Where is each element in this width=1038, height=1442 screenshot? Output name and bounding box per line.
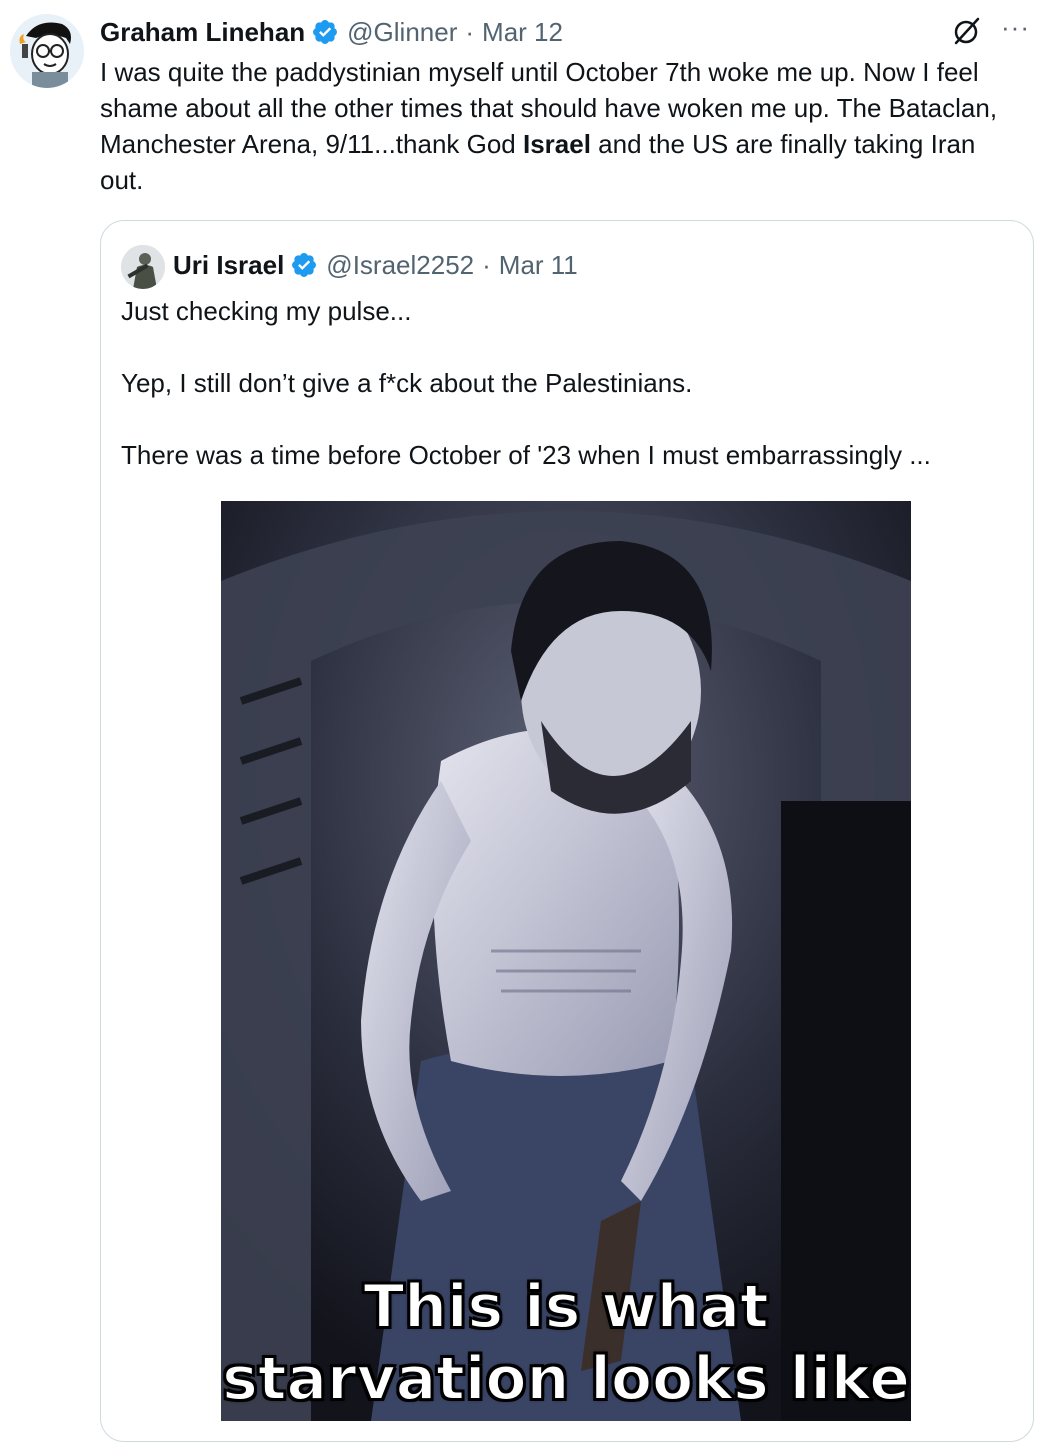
caption-line-1: This is what — [362, 1271, 769, 1343]
quoted-author-avatar[interactable] — [121, 245, 165, 289]
quoted-media-video[interactable]: This is what starvation looks like — [221, 501, 911, 1421]
quoted-author-handle[interactable]: @Israel2252 — [326, 250, 474, 281]
top-actions: ··· — [949, 14, 1030, 48]
quoted-author-name[interactable]: Uri Israel — [173, 250, 284, 281]
quoted-tweet[interactable]: Uri Israel @Israel2252 · Mar 11 Just che… — [100, 220, 1034, 1442]
quoted-paragraph: Just checking my pulse... — [121, 296, 412, 326]
quoted-paragraph: There was a time before October of '23 w… — [121, 440, 931, 470]
author-avatar[interactable] — [10, 14, 84, 88]
quoted-tweet-text: Just checking my pulse... Yep, I still d… — [121, 293, 1011, 509]
tweet-text-bold: Israel — [523, 129, 591, 159]
tweet-header: Graham Linehan @Glinner · Mar 12 — [100, 14, 563, 50]
author-name[interactable]: Graham Linehan — [100, 17, 305, 48]
quoted-tweet-header: Uri Israel @Israel2252 · Mar 11 — [173, 247, 578, 283]
author-avatar-cartoon — [10, 14, 84, 88]
tweet-text: I was quite the paddystinian myself unti… — [100, 54, 1020, 198]
verified-badge-icon — [290, 251, 318, 279]
quoted-tweet-date[interactable]: Mar 11 — [499, 250, 578, 281]
tweet: Graham Linehan @Glinner · Mar 12 ··· I w… — [0, 0, 1038, 1442]
verified-badge-icon — [311, 18, 339, 46]
author-handle[interactable]: @Glinner — [347, 17, 457, 48]
more-options-icon[interactable]: ··· — [1001, 14, 1030, 40]
separator-dot: · — [482, 249, 491, 280]
tweet-date[interactable]: Mar 12 — [482, 17, 563, 48]
grok-icon[interactable] — [949, 14, 983, 48]
quoted-paragraph: Yep, I still don’t give a f*ck about the… — [121, 368, 693, 398]
separator-dot: · — [465, 16, 475, 47]
quoted-avatar-image — [121, 245, 165, 289]
caption-line-2: starvation looks like — [221, 1343, 911, 1415]
media-caption: This is what starvation looks like — [221, 1271, 911, 1415]
